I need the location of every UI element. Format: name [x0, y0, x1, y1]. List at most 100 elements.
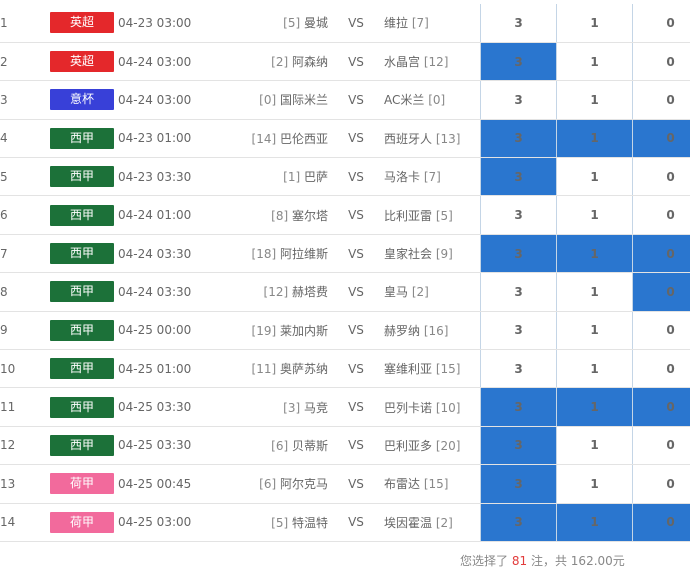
- home-team-cell: [6] 贝蒂斯: [210, 426, 328, 466]
- row-number: 5: [0, 157, 40, 197]
- odd-loss-button[interactable]: 0: [632, 503, 690, 542]
- odd-loss-button[interactable]: 0: [632, 119, 690, 159]
- league-badge[interactable]: 西甲: [50, 281, 114, 303]
- odd-draw-button[interactable]: 1: [556, 311, 633, 351]
- odd-draw-button[interactable]: 1: [556, 234, 633, 274]
- away-team-name: 巴列卡诺: [384, 400, 433, 415]
- match-row: 6 西甲 04-24 01:00 [8] 塞尔塔 VS 比利亚雷 [5] 3 1 0: [0, 195, 690, 235]
- odd-loss-button[interactable]: 0: [632, 311, 690, 351]
- vs-label: VS: [328, 4, 384, 43]
- away-team-name: 水晶宫: [384, 55, 421, 70]
- odd-draw-button[interactable]: 1: [556, 387, 633, 427]
- home-team-name: 阿尔克马: [279, 477, 328, 492]
- home-team-name: 巴萨: [303, 170, 328, 185]
- odd-loss-button[interactable]: 0: [632, 157, 690, 197]
- match-time: 04-24 01:00: [118, 195, 210, 235]
- odd-win-button[interactable]: 3: [480, 503, 557, 542]
- home-team-name: 莱加内斯: [279, 323, 328, 338]
- home-team-rank: [12]: [263, 285, 289, 300]
- row-number: 6: [0, 195, 40, 235]
- away-team-name: 布雷达: [384, 477, 421, 492]
- home-team-name: 特温特: [291, 515, 328, 530]
- odd-win-button[interactable]: 3: [480, 464, 557, 504]
- match-table: 1 英超 04-23 03:00 [5] 曼城 VS 维拉 [7] 3 1 0 2 英超 04-24 …: [0, 4, 690, 542]
- match-row: 11 西甲 04-25 03:30 [3] 马竞 VS 巴列卡诺 [10] 3 1 0: [0, 387, 690, 427]
- odd-draw-button[interactable]: 1: [556, 349, 633, 389]
- row-number: 14: [0, 503, 40, 542]
- home-team-rank: [3]: [283, 400, 301, 415]
- league-cell: 荷甲: [40, 503, 118, 542]
- league-badge[interactable]: 西甲: [50, 166, 114, 188]
- odd-draw-button[interactable]: 1: [556, 42, 633, 82]
- home-team-cell: [0] 国际米兰: [210, 80, 328, 120]
- odd-win-button[interactable]: 3: [480, 234, 557, 274]
- odd-loss-button[interactable]: 0: [632, 464, 690, 504]
- odd-loss-button[interactable]: 0: [632, 195, 690, 235]
- away-team-cell: 皇家社会 [9]: [384, 234, 481, 274]
- odd-draw-button[interactable]: 1: [556, 195, 633, 235]
- odd-loss-button[interactable]: 0: [632, 272, 690, 312]
- match-row: 4 西甲 04-23 01:00 [14] 巴伦西亚 VS 西班牙人 [13] 3 1 0: [0, 119, 690, 159]
- odd-win-button[interactable]: 3: [480, 80, 557, 120]
- league-badge[interactable]: 西甲: [50, 434, 114, 456]
- away-team-rank: [20]: [435, 438, 461, 453]
- home-team-name: 马竞: [303, 400, 328, 415]
- vs-label: VS: [328, 234, 384, 274]
- row-number: 10: [0, 349, 40, 389]
- odd-draw-button[interactable]: 1: [556, 464, 633, 504]
- match-time: 04-25 03:30: [118, 426, 210, 466]
- odd-win-button[interactable]: 3: [480, 119, 557, 159]
- home-team-cell: [2] 阿森纳: [210, 42, 328, 82]
- odd-loss-button[interactable]: 0: [632, 80, 690, 120]
- league-badge[interactable]: 荷甲: [50, 511, 114, 533]
- match-row: 12 西甲 04-25 03:30 [6] 贝蒂斯 VS 巴利亚多 [20] 3 1 0: [0, 426, 690, 466]
- odd-win-button[interactable]: 3: [480, 272, 557, 312]
- league-badge[interactable]: 西甲: [50, 243, 114, 265]
- league-badge[interactable]: 英超: [50, 51, 114, 73]
- league-badge[interactable]: 英超: [50, 12, 114, 34]
- league-cell: 英超: [40, 4, 118, 43]
- league-cell: 英超: [40, 42, 118, 82]
- odd-draw-button[interactable]: 1: [556, 4, 633, 43]
- odd-draw-button[interactable]: 1: [556, 272, 633, 312]
- home-team-name: 曼城: [303, 16, 328, 31]
- odd-win-button[interactable]: 3: [480, 387, 557, 427]
- odd-loss-button[interactable]: 0: [632, 4, 690, 43]
- odd-win-button[interactable]: 3: [480, 349, 557, 389]
- league-badge[interactable]: 西甲: [50, 358, 114, 380]
- odd-win-button[interactable]: 3: [480, 426, 557, 466]
- league-badge[interactable]: 意杯: [50, 89, 114, 111]
- odd-draw-button[interactable]: 1: [556, 503, 633, 542]
- league-cell: 西甲: [40, 426, 118, 466]
- odd-loss-button[interactable]: 0: [632, 42, 690, 82]
- selection-summary: 您选择了 81 注，共 162.00元: [460, 552, 625, 569]
- league-badge[interactable]: 西甲: [50, 127, 114, 149]
- vs-label: VS: [328, 349, 384, 389]
- league-badge[interactable]: 荷甲: [50, 473, 114, 495]
- home-team-rank: [18]: [251, 247, 277, 262]
- league-cell: 西甲: [40, 234, 118, 274]
- home-team-rank: [11]: [251, 362, 277, 377]
- odd-win-button[interactable]: 3: [480, 4, 557, 43]
- odd-draw-button[interactable]: 1: [556, 80, 633, 120]
- league-badge[interactable]: 西甲: [50, 396, 114, 418]
- odd-draw-button[interactable]: 1: [556, 157, 633, 197]
- odd-draw-button[interactable]: 1: [556, 119, 633, 159]
- away-team-name: 皇家社会: [384, 247, 433, 262]
- vs-label: VS: [328, 426, 384, 466]
- match-time: 04-25 01:00: [118, 349, 210, 389]
- odd-win-button[interactable]: 3: [480, 157, 557, 197]
- odd-loss-button[interactable]: 0: [632, 387, 690, 427]
- odd-loss-button[interactable]: 0: [632, 234, 690, 274]
- league-badge[interactable]: 西甲: [50, 319, 114, 341]
- odd-win-button[interactable]: 3: [480, 311, 557, 351]
- odd-loss-button[interactable]: 0: [632, 349, 690, 389]
- vs-label: VS: [328, 464, 384, 504]
- league-badge[interactable]: 西甲: [50, 204, 114, 226]
- away-team-cell: 比利亚雷 [5]: [384, 195, 481, 235]
- odd-loss-button[interactable]: 0: [632, 426, 690, 466]
- odd-win-button[interactable]: 3: [480, 195, 557, 235]
- odd-win-button[interactable]: 3: [480, 42, 557, 82]
- odd-draw-button[interactable]: 1: [556, 426, 633, 466]
- home-team-name: 阿森纳: [291, 55, 328, 70]
